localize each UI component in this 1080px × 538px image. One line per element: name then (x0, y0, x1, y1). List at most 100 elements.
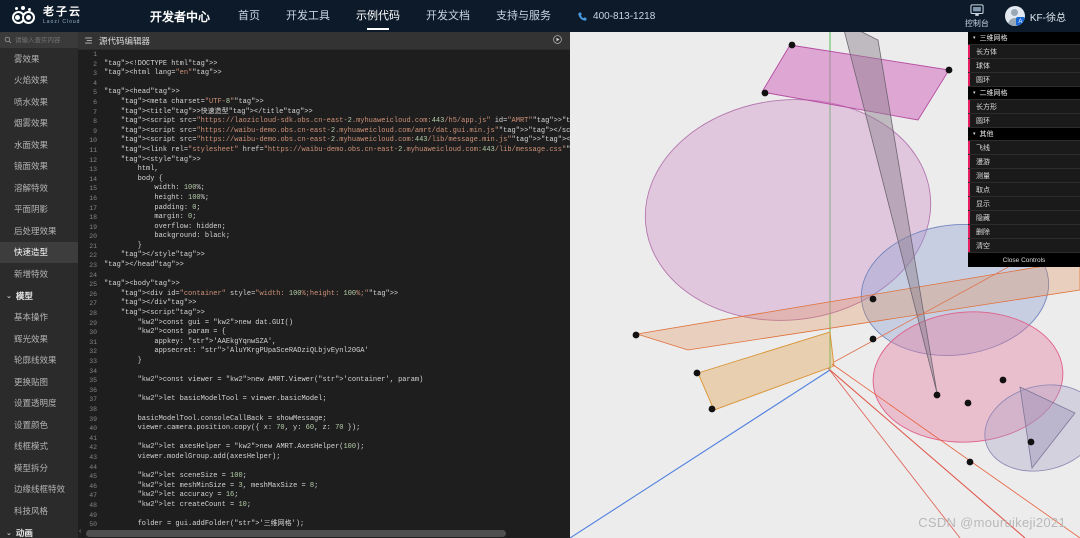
dat-gui-panel: ▾ 三维网格 长方体 球体 圆环 ▾ 二维网格 长方形 圆环 ▾ 其他 飞线 漫游 测量 取点 显示 隐藏 删除清… (968, 32, 1080, 267)
code-content[interactable]: 1 2 "tag"><!DOCTYPE html"tag">> 3 "tag"><htm… (78, 50, 570, 538)
code-line: 32 appsecret: "str">'AluYKrgPUpaSceRADzi… (78, 347, 570, 357)
sidebar-search[interactable] (0, 32, 78, 48)
line-code: viewer.camera.position.copy({ x: 70, y: … (104, 424, 361, 433)
gui-item-2-5[interactable]: 隐藏 (968, 211, 1080, 225)
gui-item-2-4[interactable]: 显示 (968, 197, 1080, 211)
triangle-down-icon: ▾ (973, 90, 976, 96)
brand-logo-area[interactable]: 老子云 Laozi Cloud (0, 6, 150, 26)
play-icon[interactable] (553, 35, 562, 44)
sidebar-item-1[interactable]: 火焰效果 (0, 70, 78, 92)
line-number: 2 (93, 60, 97, 68)
sidebar-item-17[interactable]: 设置颜色 (0, 414, 78, 436)
avatar: A (1004, 6, 1025, 26)
sidebar-item-2[interactable]: 喷水效果 (0, 91, 78, 113)
line-code: "tag"><style"tag">> (120, 155, 201, 164)
sidebar-item-15[interactable]: 更换贴图 (0, 371, 78, 393)
line-number: 26 (89, 290, 97, 298)
chevron-down-icon: ⌄ (6, 292, 12, 300)
gui-item-1-0[interactable]: 长方形 (968, 100, 1080, 114)
sidebar-item-18[interactable]: 线框模式 (0, 436, 78, 458)
line-code: overflow: hidden; (104, 222, 226, 231)
sidebar-item-0[interactable]: 雾效果 (0, 48, 78, 70)
sidebar-item-3[interactable]: 烟雾效果 (0, 113, 78, 135)
gui-folder-1[interactable]: ▾ 二维网格 (968, 87, 1080, 100)
line-code: "kw2">let meshMinSize = 3, meshMaxSize =… (137, 481, 319, 490)
triangle-down-icon: ▾ (973, 35, 976, 41)
line-code: "tag"></style"tag">> (120, 251, 205, 260)
nav-link-dev-docs[interactable]: 开发文档 (426, 7, 470, 26)
nav-link-support[interactable]: 支持与服务 (496, 7, 551, 26)
gui-folder-2[interactable]: ▾ 其他 (968, 128, 1080, 141)
scrollbar-thumb[interactable] (86, 530, 506, 537)
gui-item-0-2[interactable]: 圆环 (968, 73, 1080, 87)
code-line: 35 "kw2">const viewer = "kw2">new AMRT.V… (78, 376, 570, 386)
gui-item-2-6[interactable]: 删除 (968, 225, 1080, 239)
vertex-dot (1027, 438, 1035, 446)
close-controls-button[interactable]: Close Controls (968, 253, 1080, 267)
sidebar-item-10[interactable]: 新增特效 (0, 263, 78, 285)
line-number: 27 (89, 300, 97, 308)
gui-item-0-1[interactable]: 球体 (968, 59, 1080, 73)
sidebar-group-11[interactable]: ⌄ 模型 (0, 285, 78, 307)
sidebar-item-5[interactable]: 镜面效果 (0, 156, 78, 178)
console-button[interactable]: 控制台 (965, 3, 989, 29)
line-number: 47 (89, 492, 97, 500)
sidebar-group-22[interactable]: ⌄ 动画 (0, 522, 78, 538)
code-line: 9 "tag"><script src="https://waibu-demo.… (78, 127, 570, 137)
code-line: 43 viewer.modelGroup.add(axesHelper); (78, 453, 570, 463)
sidebar-item-8[interactable]: 后处理效果 (0, 220, 78, 242)
line-code: viewer.modelGroup.add(axesHelper); (104, 452, 281, 461)
sidebar-item-14[interactable]: 轮廓线效果 (0, 350, 78, 372)
vertex-dot (966, 458, 974, 466)
gui-item-2-2[interactable]: 测量 (968, 169, 1080, 183)
line-number: 42 (89, 444, 97, 452)
sidebar-item-19[interactable]: 模型拆分 (0, 457, 78, 479)
gui-item-2-1[interactable]: 漫游 (968, 155, 1080, 169)
nav-link-sample-code[interactable]: 示例代码 (356, 7, 400, 26)
sidebar-item-16[interactable]: 设置透明度 (0, 393, 78, 415)
code-line: 25 "tag"><body"tag">> (78, 280, 570, 290)
sidebar-item-12[interactable]: 基本操作 (0, 307, 78, 329)
line-number: 23 (89, 262, 97, 270)
code-line: 1 (78, 50, 570, 60)
editor-horizontal-scrollbar[interactable]: ‹ (78, 528, 570, 538)
line-code: "tag"><script src="https://waibu-demo.ob… (120, 126, 570, 135)
code-line: 20 background: black; (78, 232, 570, 242)
search-icon (4, 36, 12, 44)
code-line: 31 appkey: "str">'AAEkgYqnwSZA', (78, 338, 570, 348)
sidebar-item-21[interactable]: 科技风格 (0, 500, 78, 522)
sidebar-item-7[interactable]: 平面阴影 (0, 199, 78, 221)
code-line: 30 "kw2">const param = { (78, 328, 570, 338)
gui-item-2-0[interactable]: 飞线 (968, 141, 1080, 155)
list-icon[interactable] (84, 36, 93, 45)
nav-link-home[interactable]: 首页 (238, 7, 260, 26)
code-line: 14 body { (78, 175, 570, 185)
search-input[interactable] (15, 36, 74, 44)
sidebar-item-4[interactable]: 水面效果 (0, 134, 78, 156)
gui-item-2-3[interactable]: 取点 (968, 183, 1080, 197)
line-code: "tag"><script"tag">> (120, 309, 205, 318)
gui-item-1-1[interactable]: 圆环 (968, 114, 1080, 128)
gui-item-0-0[interactable]: 长方体 (968, 45, 1080, 59)
vertex-dot (788, 41, 796, 49)
sidebar-item-20[interactable]: 边缘线框特效 (0, 479, 78, 501)
code-line: 26 "tag"><div id="container" style="widt… (78, 290, 570, 300)
brand-name-en: Laozi Cloud (43, 19, 81, 25)
line-number: 22 (89, 252, 97, 260)
support-phone[interactable]: 400-813-1218 (577, 11, 655, 22)
code-line: 38 (78, 405, 570, 415)
gui-folder-0[interactable]: ▾ 三维网格 (968, 32, 1080, 45)
line-number: 13 (89, 166, 97, 174)
sidebar-item-9[interactable]: 快速造型 (0, 241, 78, 263)
sidebar-item-13[interactable]: 辉光效果 (0, 328, 78, 350)
vertex-dot (632, 331, 640, 339)
code-line: 16 height: 100%; (78, 194, 570, 204)
gui-folder-label: 三维网格 (979, 35, 1008, 42)
line-number: 35 (89, 377, 97, 385)
gui-item-2-7[interactable]: 清空 (968, 239, 1080, 253)
sidebar-item-6[interactable]: 溶解特效 (0, 177, 78, 199)
chevron-left-icon[interactable]: ‹ (79, 528, 81, 535)
user-menu[interactable]: A KF-徐总 (1004, 6, 1066, 26)
line-number: 31 (89, 338, 97, 346)
nav-link-dev-tools[interactable]: 开发工具 (286, 7, 330, 26)
